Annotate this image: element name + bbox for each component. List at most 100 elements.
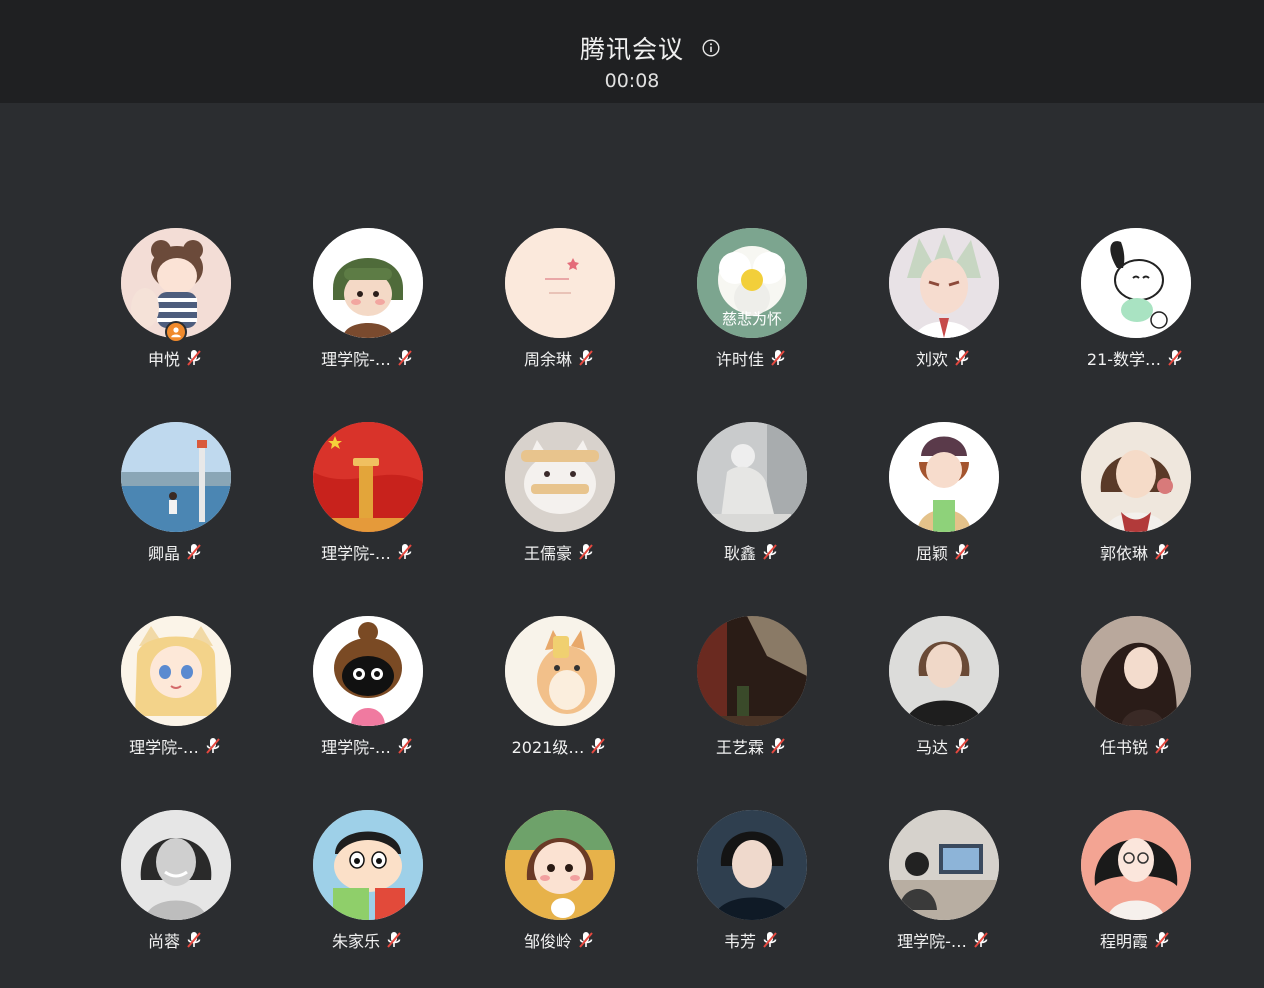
avatar-bun-girl-image (313, 616, 423, 726)
mic-muted-icon (579, 350, 593, 366)
name-row: 刘欢 (916, 347, 972, 369)
participant-tile[interactable]: 21-数学… (1040, 228, 1232, 422)
avatar-girl-beanie-image (889, 422, 999, 532)
avatar (505, 616, 615, 726)
mic-muted-icon (955, 544, 969, 560)
participant-tile[interactable]: 程明霞 (1040, 810, 1232, 988)
participant-tile[interactable]: 邹俊岭 (464, 810, 656, 988)
avatar-woman-bw-image (121, 810, 231, 920)
avatar-anime-girl-image (121, 616, 231, 726)
avatar-cartoon-girl-bunny-image (505, 810, 615, 920)
name-row: 王艺霖 (716, 735, 788, 757)
participant-tile[interactable]: 理学院-… (80, 616, 272, 810)
avatar-white-dog-image (1081, 228, 1191, 338)
avatar-crayon-boy-image (313, 810, 423, 920)
participant-name: 周余琳 (523, 350, 572, 369)
participant-tile[interactable]: 马达 (848, 616, 1040, 810)
name-row: 理学院-… (321, 735, 415, 757)
mic-muted-icon (955, 738, 969, 754)
avatar: 慈悲为怀 (697, 228, 807, 338)
participant-name: 韦芳 (723, 932, 756, 951)
participant-name: 21-数学… (1086, 350, 1162, 369)
mic-muted-icon (579, 932, 593, 948)
participant-name: 理学院-… (321, 350, 391, 369)
participant-tile[interactable]: 屈颖 (848, 422, 1040, 616)
name-row: 韦芳 (724, 929, 780, 951)
participant-tile[interactable]: 理学院-… (272, 616, 464, 810)
avatar (505, 422, 615, 532)
name-row: 卿晶 (148, 541, 204, 563)
name-row: 理学院-… (129, 735, 223, 757)
participant-name: 理学院-… (897, 932, 967, 951)
avatar-dark-room-image (697, 616, 807, 726)
participant-name: 耿鑫 (723, 544, 756, 563)
participant-tile[interactable]: 耿鑫 (656, 422, 848, 616)
avatar-statue-image (697, 422, 807, 532)
avatar-cartoon-cat-image (505, 616, 615, 726)
mic-muted-icon (398, 544, 412, 560)
name-row: 申悦 (148, 347, 204, 369)
name-row: 理学院-… (321, 347, 415, 369)
avatar-girl-photo-image (1081, 422, 1191, 532)
mic-muted-icon (763, 544, 777, 560)
participant-name: 刘欢 (915, 350, 948, 369)
participant-name: 尚蓉 (147, 932, 180, 951)
participant-tile[interactable]: 郭依琳 (1040, 422, 1232, 616)
participant-name: 郭依琳 (1099, 544, 1148, 563)
avatar (121, 810, 231, 920)
avatar (121, 616, 231, 726)
host-user-icon (171, 327, 181, 338)
participant-tile[interactable]: 理学院-… (272, 422, 464, 616)
avatar (889, 228, 999, 338)
participant-tile[interactable]: 周余琳 (464, 228, 656, 422)
avatar-anime-boy-image (889, 228, 999, 338)
meeting-title: 腾讯会议 (579, 35, 684, 64)
avatar (697, 616, 807, 726)
avatar (1081, 810, 1191, 920)
avatar-caption: 慈悲为怀 (722, 310, 782, 328)
avatar (505, 228, 615, 338)
avatar-desk-computer-image (889, 810, 999, 920)
avatar-seaside-image (121, 422, 231, 532)
participant-name: 王艺霖 (715, 738, 764, 757)
participant-tile[interactable]: 卿晶 (80, 422, 272, 616)
mic-muted-icon (763, 932, 777, 948)
participant-name: 程明霞 (1099, 932, 1148, 951)
avatar (889, 422, 999, 532)
avatar-cat-bread-image (505, 422, 615, 532)
meeting-window: 四 腾讯会议 00:08 (0, 0, 1264, 988)
participant-tile[interactable]: 刘欢 (848, 228, 1040, 422)
avatar (1081, 616, 1191, 726)
avatar-red-flag-image (313, 422, 423, 532)
participant-name: 许时佳 (715, 350, 764, 369)
participant-tile[interactable]: 王儒豪 (464, 422, 656, 616)
title-wrap: 腾讯会议 (579, 30, 720, 66)
participant-tile[interactable]: 韦芳 (656, 810, 848, 988)
participant-tile[interactable]: 申悦 (80, 228, 272, 422)
participant-tile[interactable]: 理学院-… (848, 810, 1040, 988)
participant-tile[interactable]: 慈悲为怀 许时佳 (656, 228, 848, 422)
participant-tile[interactable]: 理学院-… (272, 228, 464, 422)
participant-tile[interactable]: 任书锐 (1040, 616, 1232, 810)
participant-name: 卿晶 (147, 544, 180, 563)
avatar (505, 810, 615, 920)
participant-tile[interactable]: 朱家乐 (272, 810, 464, 988)
avatar (313, 422, 423, 532)
participant-tile[interactable]: 王艺霖 (656, 616, 848, 810)
meeting-timer: 00:08 (604, 70, 660, 92)
avatar (697, 422, 807, 532)
name-row: 许时佳 (716, 347, 788, 369)
mic-muted-icon (187, 544, 201, 560)
avatar (697, 810, 807, 920)
participant-tile[interactable]: 2021级… (464, 616, 656, 810)
participant-tile[interactable]: 尚蓉 (80, 810, 272, 988)
participant-name: 理学院-… (321, 544, 391, 563)
name-row: 马达 (916, 735, 972, 757)
title-row: 腾讯会议 (0, 30, 1264, 66)
avatar (313, 616, 423, 726)
participant-name: 马达 (915, 738, 948, 757)
participant-name: 王儒豪 (523, 544, 572, 563)
info-icon[interactable] (702, 39, 720, 57)
name-row: 郭依琳 (1100, 541, 1172, 563)
avatar-woman-dark-hair-image (1081, 616, 1191, 726)
